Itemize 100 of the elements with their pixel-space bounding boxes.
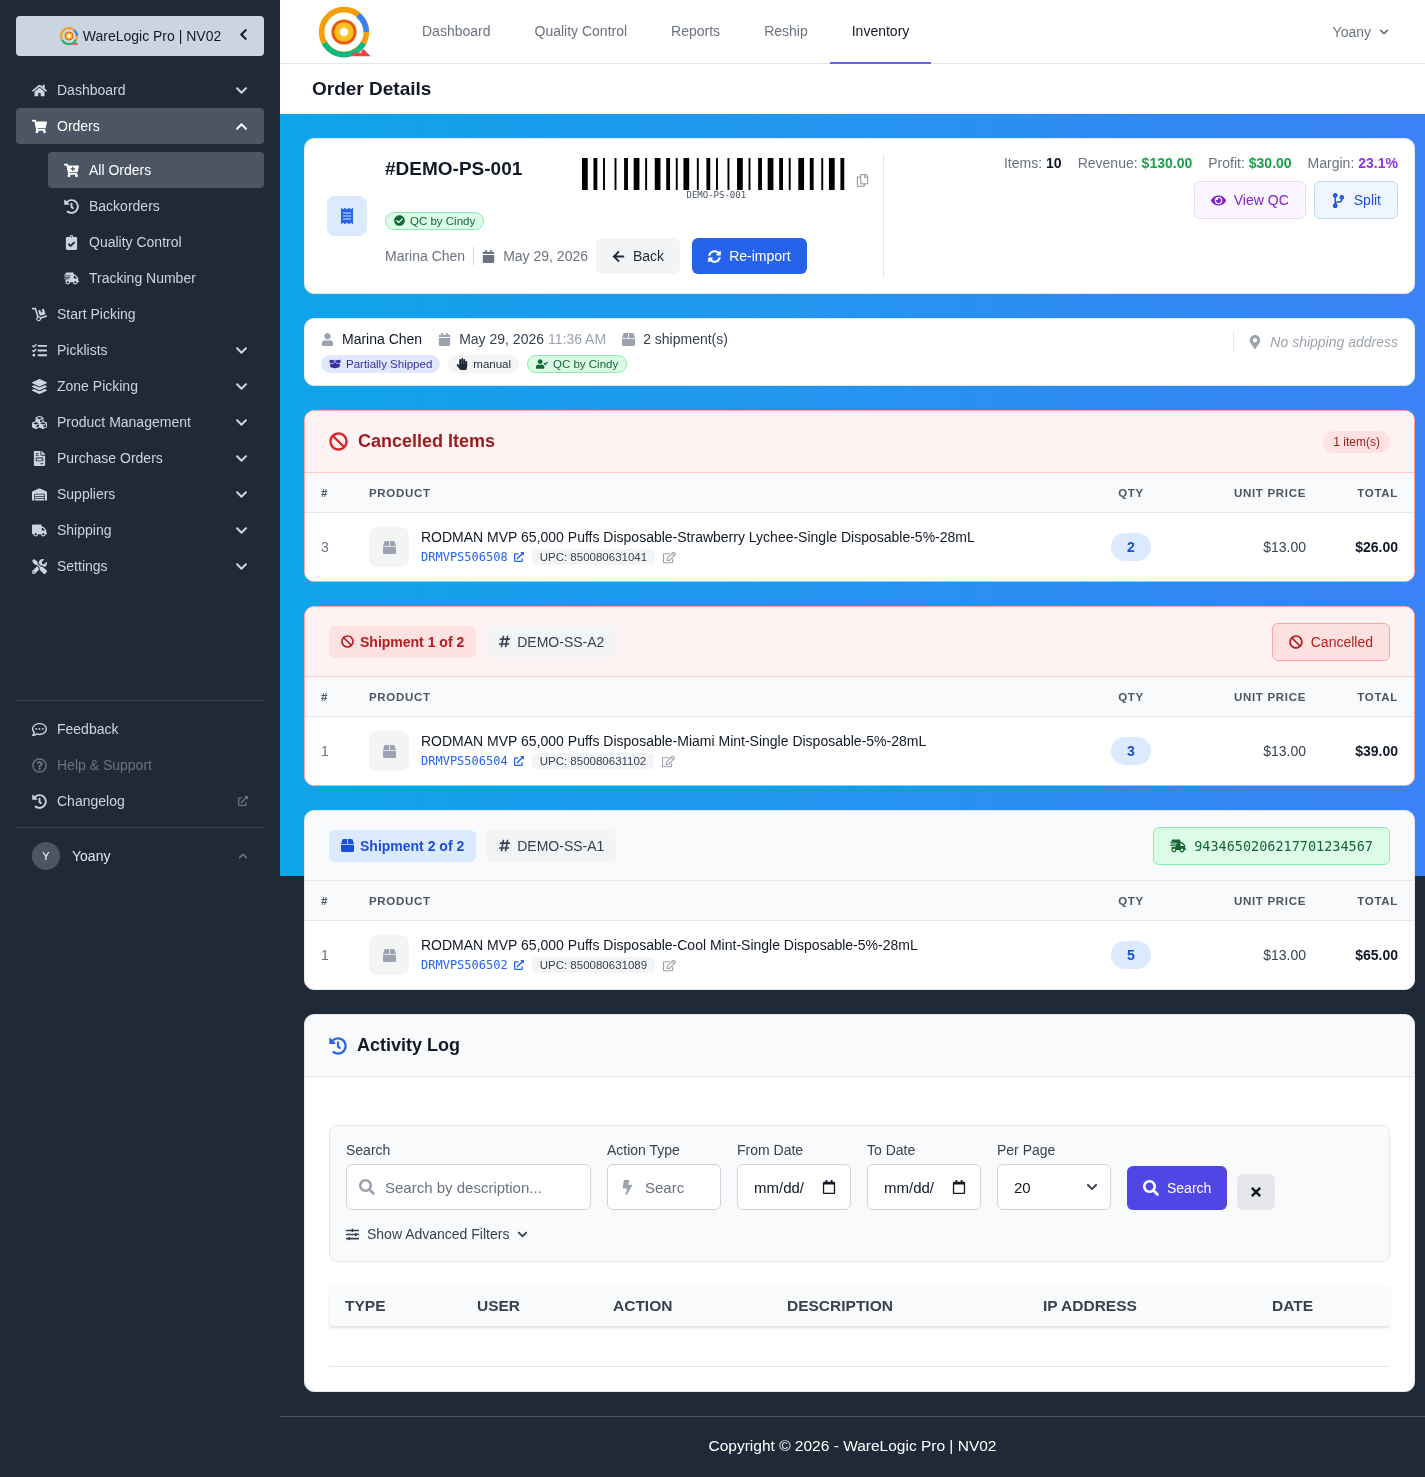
search-icon: [1143, 1180, 1159, 1196]
bolt-icon: [620, 1179, 635, 1195]
barcode-text: DEMO-PS-001: [686, 189, 747, 200]
calendar-icon: [438, 332, 452, 346]
stat-value: $30.00: [1248, 155, 1292, 171]
per-page-input[interactable]: 20: [1014, 1178, 1076, 1196]
box-icon: [382, 948, 396, 962]
product-name: RODMAN MVP 65,000 Puffs Disposable-Miami Mint-Single Disposable-5%-28mL: [421, 733, 927, 749]
boxes-icon: [32, 414, 47, 430]
action-type-field[interactable]: Searc: [607, 1164, 721, 1210]
split-icon: [1330, 192, 1346, 208]
field-label: Action Type: [607, 1142, 681, 1158]
truck-icon: [64, 270, 79, 286]
calendar-icon[interactable]: [822, 1180, 836, 1194]
order-number: #DEMO-PS-001: [385, 157, 523, 180]
nav-subitem[interactable]: Quality Control: [48, 224, 264, 260]
house-icon: [32, 82, 47, 98]
sku-link[interactable]: DRMVPS506508: [421, 550, 508, 564]
column-header: TYPE: [345, 1296, 387, 1315]
date-field[interactable]: mm/dd/: [867, 1164, 981, 1210]
view-qc-button[interactable]: View QC: [1193, 181, 1306, 219]
nav-item[interactable]: Suppliers: [16, 476, 264, 512]
nav-item[interactable]: Settings: [16, 548, 264, 584]
checklist-icon: [32, 342, 47, 358]
nav-subitem[interactable]: Backorders: [48, 188, 264, 224]
clear-button[interactable]: [1237, 1174, 1276, 1210]
calendar-icon[interactable]: [952, 1180, 966, 1194]
back-button[interactable]: Back: [596, 238, 681, 275]
stat-value: $130.00: [1141, 155, 1193, 171]
nav-item[interactable]: Picklists: [16, 332, 264, 368]
field-label: To Date: [867, 1142, 917, 1158]
date-input[interactable]: mm/dd/: [754, 1178, 812, 1196]
stat-value: 10: [1046, 155, 1062, 171]
nav-item[interactable]: Orders: [16, 108, 264, 144]
tools-icon: [32, 558, 47, 574]
user-menu[interactable]: Yoany: [1326, 22, 1395, 41]
customer-name: Marina Chen: [385, 248, 466, 265]
table-cell-text: 1: [321, 947, 330, 963]
shipment-badge: Shipment 2 of 2: [329, 829, 477, 862]
upc-badge: UPC: 850080631102: [531, 753, 655, 769]
nav-item[interactable]: Dashboard: [16, 72, 264, 108]
table-cell-text: 3: [321, 539, 330, 555]
search-input[interactable]: Search by description...: [385, 1178, 578, 1196]
hashtag-icon: [498, 839, 512, 852]
column-header: QTY: [1117, 690, 1145, 703]
quantity-badge: 2: [1111, 533, 1151, 561]
user-menu[interactable]: Y Yoany: [16, 827, 264, 884]
nav-tab[interactable]: Dashboard: [400, 0, 513, 64]
nav-subitem[interactable]: Tracking Number: [48, 260, 264, 296]
cart-icon: [64, 162, 79, 178]
history-icon: [64, 198, 79, 214]
collapse-button[interactable]: [237, 28, 250, 41]
date-field[interactable]: mm/dd/: [737, 1164, 851, 1210]
tag: manual: [448, 355, 520, 373]
warehouse-icon: [32, 486, 47, 502]
receipt-icon: [327, 196, 367, 236]
nav-item[interactable]: Product Management: [16, 404, 264, 440]
dolly-icon: [32, 306, 47, 322]
shipment-badge: Shipment 1 of 2: [329, 625, 477, 658]
sidebar-link[interactable]: Changelog: [16, 783, 264, 819]
date-input[interactable]: mm/dd/: [884, 1178, 942, 1196]
search-field[interactable]: Search by description...: [346, 1164, 591, 1210]
nav-tab[interactable]: Reports: [649, 0, 743, 64]
column-header: DESCRIPTION: [787, 1296, 894, 1315]
nav-item[interactable]: Zone Picking: [16, 368, 264, 404]
table-cell-text: 1: [321, 743, 330, 759]
nav-item[interactable]: Purchase Orders: [16, 440, 264, 476]
upc-badge: UPC: 850080631089: [531, 957, 656, 973]
close-icon: [1249, 1185, 1264, 1199]
advanced-filters-toggle[interactable]: Show Advanced Filters: [346, 1226, 529, 1242]
reimport-button[interactable]: Re-import: [692, 238, 807, 275]
nav-tab[interactable]: Reship: [742, 0, 830, 64]
split-button[interactable]: Split: [1313, 181, 1398, 219]
product-name: RODMAN MVP 65,000 Puffs Disposable-Strawberry Lychee-Single Disposable-5%-28mL: [421, 529, 975, 545]
clipboard-icon: [64, 234, 79, 250]
action-type-input[interactable]: Searc: [645, 1178, 708, 1196]
section-title: Cancelled Items: [358, 431, 496, 452]
product-name: RODMAN MVP 65,000 Puffs Disposable-Cool Mint-Single Disposable-5%-28mL: [421, 937, 918, 953]
external-link-icon[interactable]: [513, 756, 524, 766]
avatar: Y: [32, 842, 60, 870]
column-header: QTY: [1117, 894, 1145, 907]
chevron-up-icon: [238, 851, 248, 861]
external-link-icon[interactable]: [513, 960, 524, 970]
shipment-count: 2 shipment(s): [643, 331, 728, 347]
nav-subitem[interactable]: All Orders: [48, 152, 264, 188]
stat-label: Profit:: [1208, 155, 1245, 171]
sku-link[interactable]: DRMVPS506502: [421, 958, 508, 972]
sliders-icon: [346, 1227, 359, 1241]
search-button[interactable]: Search: [1127, 1166, 1228, 1210]
nav-item[interactable]: Start Picking: [16, 296, 264, 332]
sidebar-link[interactable]: Feedback: [16, 711, 264, 747]
per-page-select[interactable]: 20: [997, 1164, 1111, 1210]
sku-link[interactable]: DRMVPS506504: [421, 754, 508, 768]
external-link-icon[interactable]: [513, 552, 524, 562]
status-badge: Cancelled: [1271, 622, 1390, 661]
field-label: Per Page: [997, 1142, 1057, 1158]
table-cell-text: $39.00: [1354, 743, 1398, 759]
section-title: Activity Log: [357, 1035, 460, 1056]
nav-item[interactable]: Shipping: [16, 512, 264, 548]
nav-tab[interactable]: Quality Control: [512, 0, 650, 64]
